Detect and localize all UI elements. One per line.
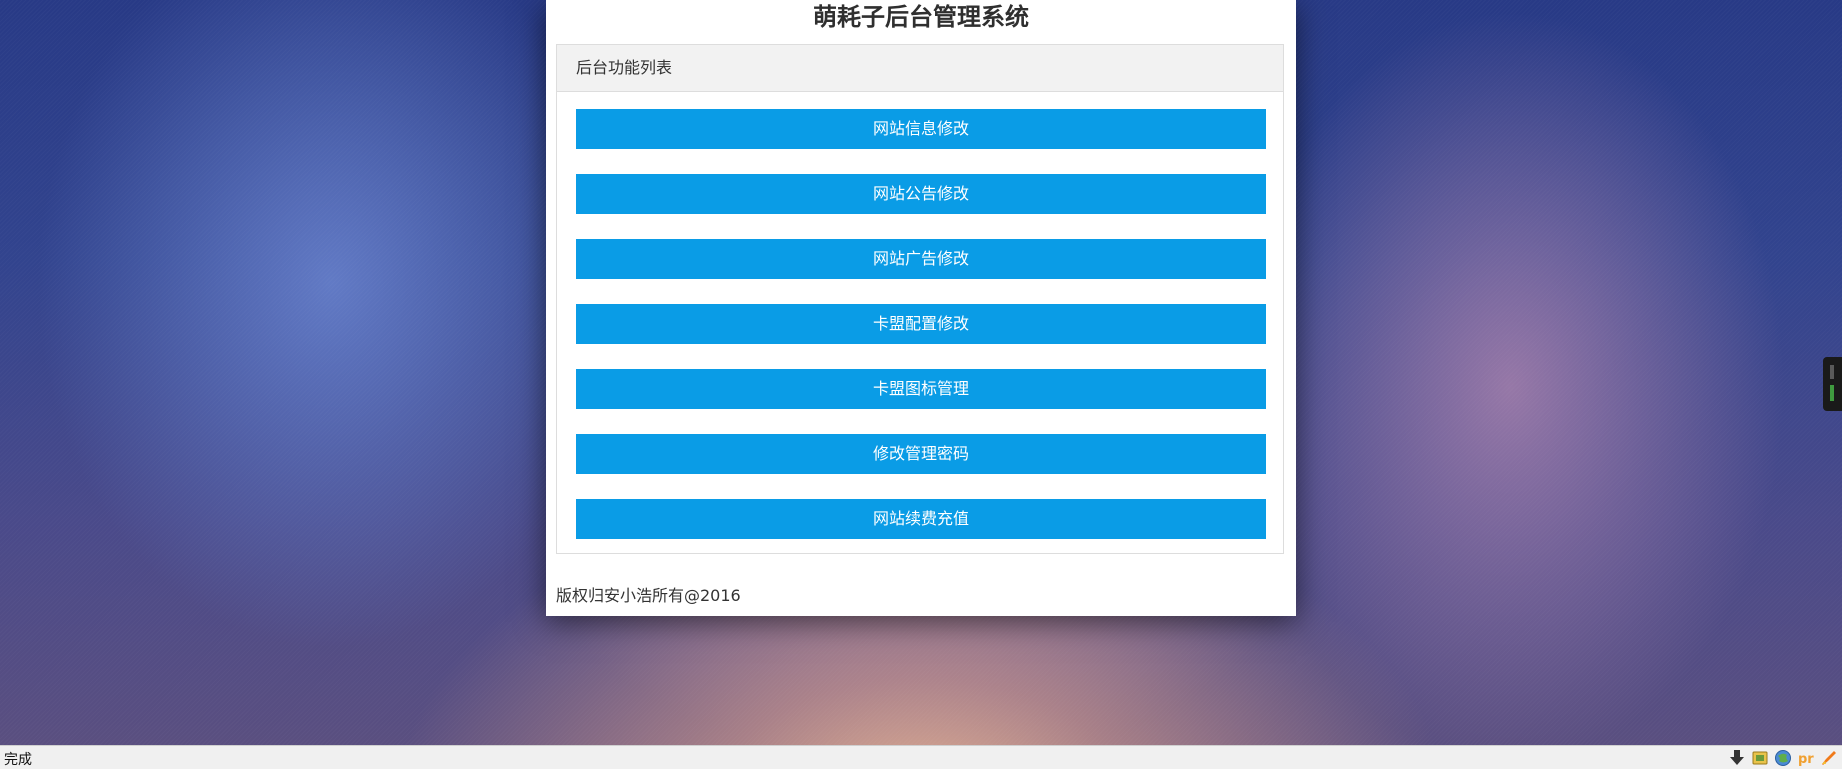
status-text: 完成 <box>4 752 32 768</box>
site-info-edit-button[interactable]: 网站信息修改 <box>576 109 1266 149</box>
site-ads-edit-button[interactable]: 网站广告修改 <box>576 239 1266 279</box>
kameng-config-edit-button[interactable]: 卡盟配置修改 <box>576 304 1266 344</box>
widget-bar-bottom <box>1830 385 1834 401</box>
function-menu: 网站信息修改 网站公告修改 网站广告修改 卡盟配置修改 卡盟图标管理 修改管理密… <box>576 109 1266 539</box>
page-title: 萌耗子后台管理系统 <box>813 3 1029 31</box>
widget-bar-top <box>1830 365 1834 379</box>
card-heading: 后台功能列表 <box>557 45 1283 92</box>
browser-status-bar: 完成 pr <box>0 745 1842 769</box>
extension-icon[interactable] <box>1751 749 1769 767</box>
kameng-icon-manage-button[interactable]: 卡盟图标管理 <box>576 369 1266 409</box>
site-notice-edit-button[interactable]: 网站公告修改 <box>576 174 1266 214</box>
side-volume-widget[interactable] <box>1823 357 1842 411</box>
globe-icon[interactable] <box>1774 749 1792 767</box>
download-icon[interactable] <box>1728 749 1746 767</box>
function-list-card: 后台功能列表 网站信息修改 网站公告修改 网站广告修改 卡盟配置修改 卡盟图标管… <box>556 44 1284 554</box>
change-admin-password-button[interactable]: 修改管理密码 <box>576 434 1266 474</box>
browser-viewport: 萌耗子后台管理系统 后台功能列表 网站信息修改 网站公告修改 网站广告修改 卡盟… <box>0 0 1842 745</box>
admin-panel: 萌耗子后台管理系统 后台功能列表 网站信息修改 网站公告修改 网站广告修改 卡盟… <box>546 0 1296 616</box>
site-renewal-recharge-button[interactable]: 网站续费充值 <box>576 499 1266 539</box>
footer-copyright: 版权归安小浩所有@2016 <box>556 586 741 605</box>
svg-text:pr: pr <box>1798 752 1814 767</box>
status-icons: pr <box>1728 748 1838 768</box>
rocket-icon[interactable] <box>1820 749 1838 767</box>
pr-icon[interactable]: pr <box>1797 749 1815 767</box>
